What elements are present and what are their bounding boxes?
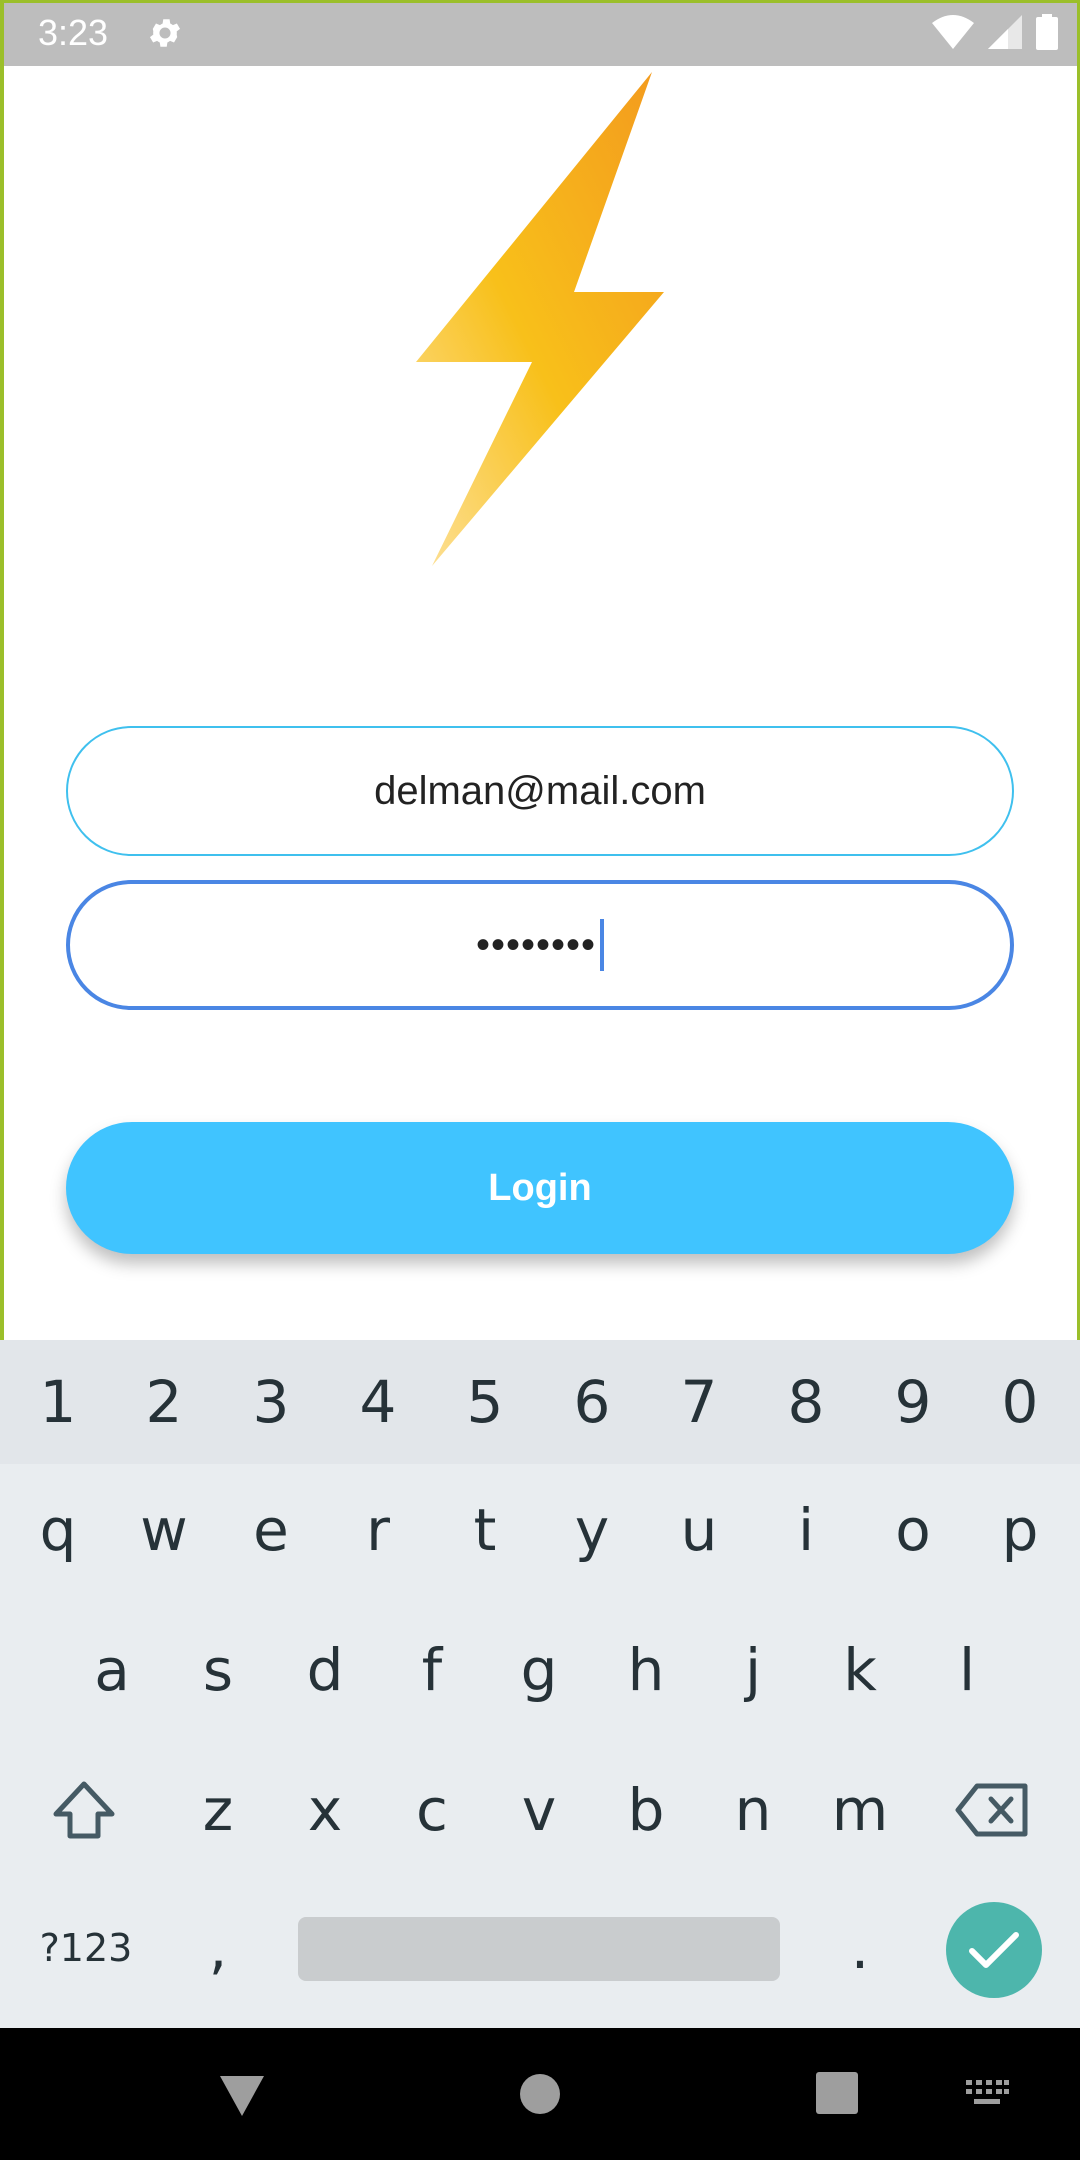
key-p[interactable]: p (982, 1488, 1058, 1572)
key-5[interactable]: 5 (447, 1360, 523, 1444)
key-8[interactable]: 8 (768, 1360, 844, 1444)
status-bar: 3:23 (0, 0, 1080, 66)
key-q[interactable]: q (20, 1488, 96, 1572)
status-time: 3:23 (38, 12, 109, 53)
key-o[interactable]: o (875, 1488, 951, 1572)
check-icon (969, 1932, 1019, 1968)
signal-icon (988, 15, 1022, 49)
battery-icon (1036, 14, 1058, 50)
login-button[interactable]: Login (66, 1122, 1014, 1254)
key-c[interactable]: c (394, 1768, 470, 1852)
key-k[interactable]: k (822, 1628, 898, 1712)
shift-icon (53, 1781, 115, 1839)
key-x[interactable]: x (287, 1768, 363, 1852)
key-g[interactable]: g (501, 1628, 577, 1712)
text-cursor (600, 919, 605, 971)
period-key[interactable]: . (822, 1906, 898, 1990)
key-i[interactable]: i (768, 1488, 844, 1572)
home-icon[interactable] (518, 2072, 562, 2116)
key-6[interactable]: 6 (554, 1360, 630, 1444)
back-icon[interactable] (218, 2074, 266, 2118)
keyboard-icon[interactable] (964, 2078, 1010, 2108)
key-v[interactable]: v (501, 1768, 577, 1852)
key-4[interactable]: 4 (340, 1360, 416, 1444)
backspace-key[interactable] (944, 1768, 1040, 1852)
shift-key[interactable] (36, 1768, 132, 1852)
key-y[interactable]: y (554, 1488, 630, 1572)
spacebar[interactable] (298, 1917, 780, 1981)
key-h[interactable]: h (608, 1628, 684, 1712)
key-t[interactable]: t (447, 1488, 523, 1572)
password-field[interactable]: •••••••• (66, 880, 1014, 1010)
recents-icon[interactable] (816, 2072, 858, 2114)
comma-key[interactable]: , (180, 1906, 256, 1990)
lightning-bolt-logo (416, 72, 664, 566)
key-l[interactable]: l (929, 1628, 1005, 1712)
key-w[interactable]: w (126, 1488, 202, 1572)
key-0[interactable]: 0 (982, 1360, 1058, 1444)
settings-icon (149, 19, 181, 47)
navigation-bar (0, 2028, 1080, 2160)
key-3[interactable]: 3 (233, 1360, 309, 1444)
key-2[interactable]: 2 (126, 1360, 202, 1444)
enter-key[interactable] (946, 1902, 1042, 1998)
key-a[interactable]: a (74, 1628, 150, 1712)
key-1[interactable]: 1 (20, 1360, 96, 1444)
login-label: Login (488, 1166, 592, 1209)
backspace-icon (955, 1783, 1028, 1837)
soft-keyboard: 1 2 3 4 5 6 7 8 9 0 q w e r t y u i o p … (0, 1340, 1080, 2028)
key-j[interactable]: j (715, 1628, 791, 1712)
key-m[interactable]: m (822, 1768, 898, 1852)
password-value: •••••••• (475, 922, 597, 967)
email-field[interactable]: delman@mail.com (66, 726, 1014, 856)
key-f[interactable]: f (394, 1628, 470, 1712)
key-r[interactable]: r (340, 1488, 416, 1572)
key-7[interactable]: 7 (661, 1360, 737, 1444)
number-row: 1 2 3 4 5 6 7 8 9 0 (0, 1340, 1080, 1464)
key-n[interactable]: n (715, 1768, 791, 1852)
key-d[interactable]: d (287, 1628, 363, 1712)
key-e[interactable]: e (233, 1488, 309, 1572)
wifi-icon (932, 15, 974, 49)
symbols-key[interactable]: ?123 (20, 1906, 152, 1990)
key-b[interactable]: b (608, 1768, 684, 1852)
key-u[interactable]: u (661, 1488, 737, 1572)
key-9[interactable]: 9 (875, 1360, 951, 1444)
key-s[interactable]: s (180, 1628, 256, 1712)
email-value: delman@mail.com (374, 768, 706, 813)
key-z[interactable]: z (180, 1768, 256, 1852)
